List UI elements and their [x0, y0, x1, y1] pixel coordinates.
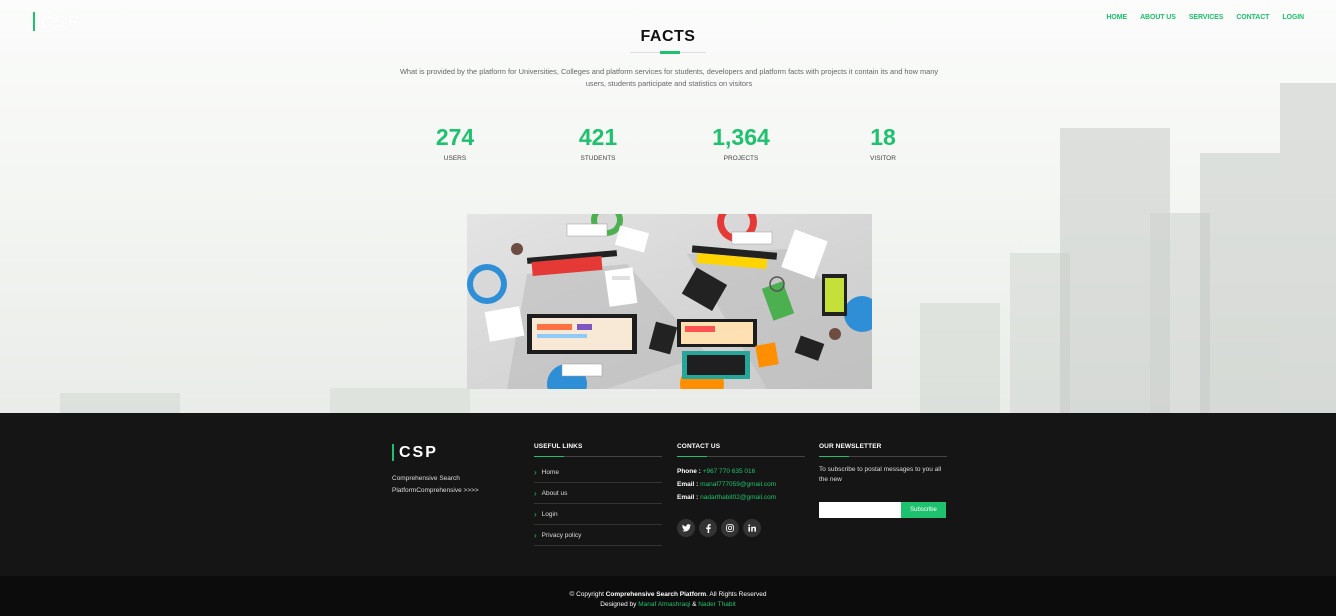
- footer: CSP Comprehensive Search PlatformCompreh…: [0, 413, 1336, 576]
- divider: [819, 456, 947, 457]
- copyright-text: © Copyright Comprehensive Search Platfor…: [0, 591, 1336, 598]
- newsletter-text: To subscribe to postal messages to you a…: [819, 466, 942, 483]
- nav-home[interactable]: HOME: [1106, 14, 1127, 21]
- phone-label: Phone :: [677, 468, 701, 475]
- useful-links-title: USEFUL LINKS: [534, 443, 583, 450]
- facts-description: What is provided by the platform for Uni…: [399, 67, 939, 88]
- newsletter: OUR NEWSLETTER To subscribe to postal me…: [819, 443, 947, 518]
- newsletter-title: OUR NEWSLETTER: [819, 443, 882, 450]
- divider: [534, 456, 662, 457]
- footer-link-about[interactable]: › About us: [534, 483, 662, 504]
- contact-title: CONTACT US: [677, 443, 721, 450]
- link-label: About us: [541, 489, 568, 497]
- chevron-right-icon: ›: [534, 509, 537, 519]
- social-links: [677, 519, 805, 537]
- counter-label: USERS: [443, 155, 467, 162]
- workspace-illustration: [467, 214, 872, 389]
- counters: 274 USERS 421 STUDENTS 1,364 PROJECTS 18…: [385, 124, 955, 164]
- contact-email-1: Email : manaf777059@gmail.com: [677, 478, 805, 491]
- copyright-bar: © Copyright Comprehensive Search Platfor…: [0, 576, 1336, 616]
- email-value[interactable]: manaf777059@gmail.com: [700, 481, 776, 488]
- copyright-suffix: . All Rights Reserved: [706, 591, 767, 598]
- counter-students: 421 STUDENTS: [528, 124, 668, 162]
- workspace-illustration-svg: [467, 214, 872, 389]
- building: [1200, 153, 1280, 413]
- ampersand: &: [692, 601, 697, 608]
- link-label: Login: [541, 510, 558, 518]
- counter-visitor: 18 VISITOR: [813, 124, 953, 162]
- copyright-name: Comprehensive Search Platform: [605, 591, 707, 598]
- nav-contact[interactable]: CONTACT: [1236, 14, 1269, 21]
- subscribe-button[interactable]: Subscribe: [901, 502, 946, 518]
- footer-about: Comprehensive Search PlatformComprehensi…: [392, 475, 479, 494]
- newsletter-email-input[interactable]: [819, 502, 901, 518]
- link-label: Privacy policy: [541, 531, 582, 539]
- building: [330, 388, 470, 413]
- counter-value: 18: [870, 124, 896, 150]
- nav-login[interactable]: LOGIN: [1282, 14, 1304, 21]
- footer-link-privacy[interactable]: › Privacy policy: [534, 525, 662, 546]
- twitter-icon[interactable]: [677, 519, 695, 537]
- hero-section: CSP HOME ABOUT US SERVICES CONTACT LOGIN…: [0, 0, 1336, 413]
- designed-by-label: Designed by: [600, 601, 637, 608]
- counter-value: 421: [578, 124, 618, 150]
- counter-label: VISITOR: [870, 155, 896, 162]
- counter-users: 274 USERS: [385, 124, 525, 162]
- main-nav: HOME ABOUT US SERVICES CONTACT LOGIN: [1106, 14, 1304, 21]
- counter-value: 274: [435, 124, 475, 150]
- footer-link-home[interactable]: › Home: [534, 462, 662, 483]
- nav-about-us[interactable]: ABOUT US: [1140, 14, 1176, 21]
- author-link-1[interactable]: Manaf Almashraqi: [638, 601, 690, 608]
- contact-phone: Phone : +967 770 635 016: [677, 465, 805, 478]
- footer-link-login[interactable]: › Login: [534, 504, 662, 525]
- chevron-right-icon: ›: [534, 530, 537, 540]
- facebook-icon[interactable]: [699, 519, 717, 537]
- building: [60, 393, 180, 413]
- email-value[interactable]: nadarthabit02@gmail.com: [700, 494, 776, 501]
- designed-by: Designed by Manaf Almashraqi & Nader Tha…: [0, 601, 1336, 608]
- facts-title: FACTS: [640, 28, 696, 45]
- linkedin-icon[interactable]: [743, 519, 761, 537]
- counter-projects: 1,364 PROJECTS: [671, 124, 811, 162]
- counter-value: 1,364: [712, 124, 770, 150]
- link-label: Home: [541, 468, 560, 476]
- newsletter-form: Subscribe: [819, 502, 947, 518]
- author-link-2[interactable]: Nader Thabit: [698, 601, 735, 608]
- chevron-right-icon: ›: [534, 488, 537, 498]
- building: [1280, 83, 1336, 413]
- divider: [677, 456, 805, 457]
- nav-services[interactable]: SERVICES: [1189, 14, 1224, 21]
- contact-us: CONTACT US Phone : +967 770 635 016 Emai…: [677, 443, 805, 537]
- counter-label: PROJECTS: [723, 155, 759, 162]
- phone-value[interactable]: +967 770 635 016: [703, 468, 756, 475]
- contact-email-2: Email : nadarthabit02@gmail.com: [677, 491, 805, 504]
- email-label: Email :: [677, 494, 699, 501]
- useful-links: USEFUL LINKS › Home › About us › Login › Pri…: [534, 443, 662, 546]
- chevron-right-icon: ›: [534, 467, 537, 477]
- counter-label: STUDENTS: [580, 155, 616, 162]
- footer-logo[interactable]: CSP: [392, 444, 438, 461]
- instagram-icon[interactable]: [721, 519, 739, 537]
- email-label: Email :: [677, 481, 699, 488]
- copyright-prefix: © Copyright: [569, 591, 604, 598]
- building: [920, 303, 1000, 413]
- title-underline: [630, 51, 706, 54]
